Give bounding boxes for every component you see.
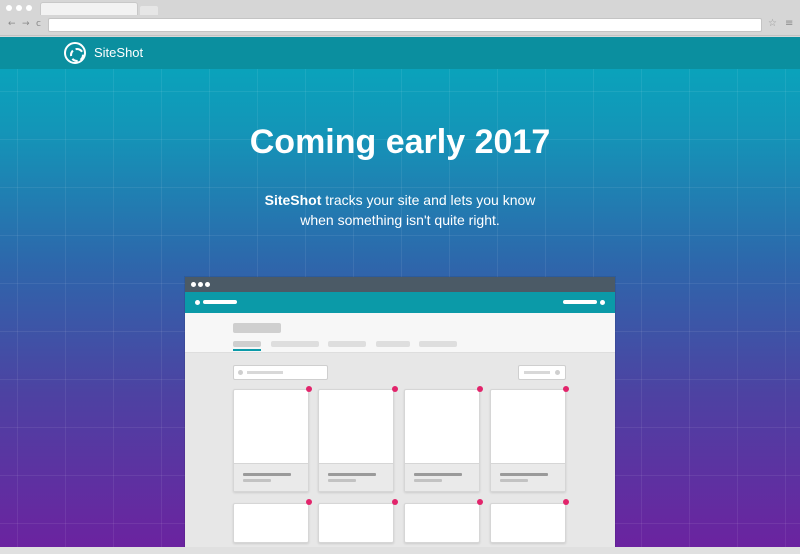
alert-indicator bbox=[563, 386, 569, 392]
alert-indicator bbox=[392, 499, 398, 505]
mockup-user-line bbox=[563, 300, 597, 304]
mockup-page-header bbox=[185, 313, 615, 353]
browser-menu-icon[interactable]: ≡ bbox=[785, 18, 793, 30]
tagline-brand: SiteShot bbox=[264, 192, 322, 208]
mockup-tab-underline bbox=[233, 349, 261, 351]
browser-bottom-edge bbox=[0, 547, 800, 554]
mockup-dot bbox=[198, 282, 203, 287]
back-icon[interactable]: ← bbox=[8, 18, 16, 30]
mockup-site-card bbox=[404, 389, 480, 492]
mockup-action-button bbox=[518, 365, 566, 380]
mockup-content bbox=[185, 353, 615, 547]
mockup-site-card bbox=[318, 503, 394, 543]
mockup-avatar bbox=[600, 300, 605, 305]
brand-name[interactable]: SiteShot bbox=[94, 45, 143, 60]
mockup-tab bbox=[376, 341, 410, 347]
mockup-site-card bbox=[318, 389, 394, 492]
alert-indicator bbox=[306, 499, 312, 505]
alert-indicator bbox=[392, 386, 398, 392]
mockup-site-card bbox=[233, 389, 309, 492]
mockup-site-card bbox=[404, 503, 480, 543]
mockup-search-line bbox=[247, 371, 283, 374]
mockup-dot bbox=[205, 282, 210, 287]
mockup-brand-line bbox=[203, 300, 237, 304]
mockup-navbar bbox=[185, 292, 615, 313]
close-window-button[interactable] bbox=[6, 5, 12, 11]
mockup-tab bbox=[328, 341, 366, 347]
forward-icon[interactable]: → bbox=[22, 18, 30, 30]
mockup-site-card bbox=[233, 503, 309, 543]
mockup-site-card bbox=[490, 389, 566, 492]
mockup-page-title bbox=[233, 323, 281, 333]
mockup-search bbox=[233, 365, 328, 380]
alert-indicator bbox=[306, 386, 312, 392]
bookmark-star-icon[interactable]: ☆ bbox=[768, 18, 777, 30]
mockup-site-card bbox=[490, 503, 566, 543]
alert-indicator bbox=[477, 499, 483, 505]
window-controls bbox=[6, 5, 32, 11]
tagline-text: tracks your site and lets you know when … bbox=[300, 192, 536, 228]
browser-tab[interactable] bbox=[40, 2, 138, 15]
mockup-tab-active bbox=[233, 341, 261, 347]
new-tab-button[interactable] bbox=[140, 6, 158, 15]
mockup-dot bbox=[191, 282, 196, 287]
landing-page: SiteShot Coming early 2017 SiteShot trac… bbox=[0, 37, 800, 547]
siteshot-logo-icon[interactable] bbox=[64, 42, 86, 64]
alert-indicator bbox=[563, 499, 569, 505]
mockup-button-dot bbox=[555, 370, 560, 375]
mockup-tab bbox=[271, 341, 319, 347]
browser-window: ← → c ☆ ≡ SiteShot Coming early 2017 Sit… bbox=[0, 0, 800, 554]
mockup-titlebar bbox=[185, 277, 615, 292]
mockup-tab bbox=[419, 341, 457, 347]
mockup-button-line bbox=[524, 371, 550, 374]
mockup-logo bbox=[195, 300, 200, 305]
alert-indicator bbox=[477, 386, 483, 392]
address-bar[interactable] bbox=[48, 18, 762, 32]
reload-icon[interactable]: c bbox=[36, 18, 41, 30]
maximize-window-button[interactable] bbox=[26, 5, 32, 11]
minimize-window-button[interactable] bbox=[16, 5, 22, 11]
app-preview-mockup bbox=[185, 277, 615, 547]
hero-tagline: SiteShot tracks your site and lets you k… bbox=[250, 190, 550, 230]
mockup-search-dot bbox=[238, 370, 243, 375]
site-header: SiteShot bbox=[0, 37, 800, 69]
browser-chrome: ← → c ☆ ≡ bbox=[0, 0, 800, 36]
hero-title: Coming early 2017 bbox=[249, 123, 551, 161]
